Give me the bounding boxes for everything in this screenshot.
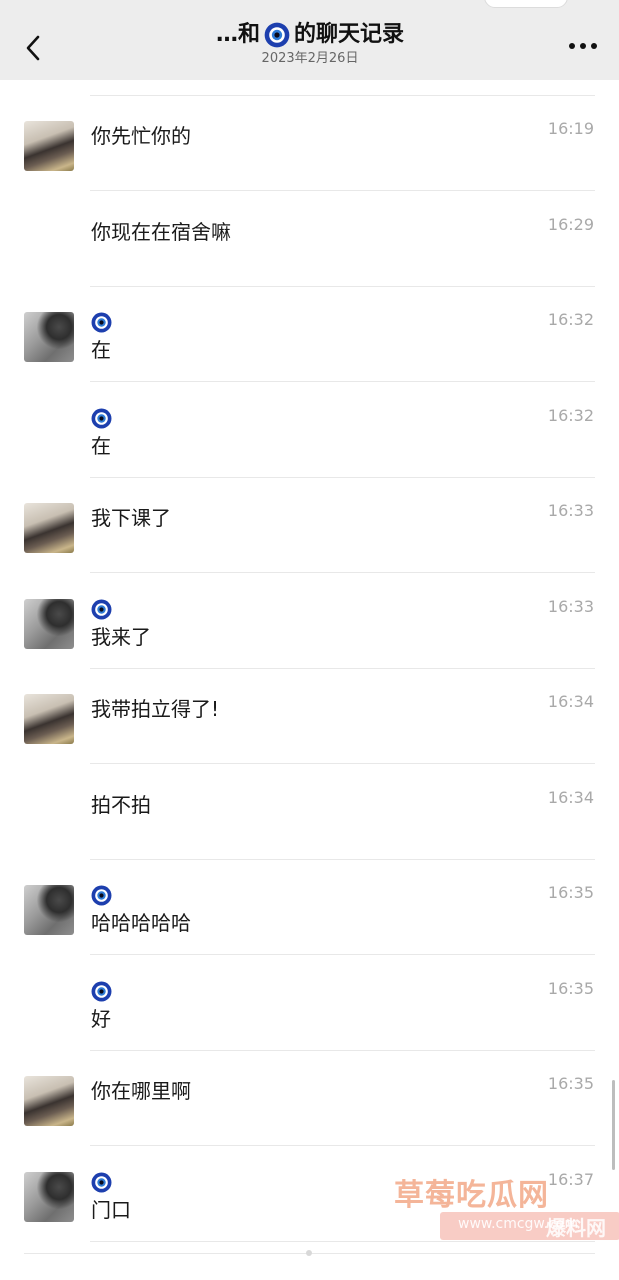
message-text: 门口: [91, 1197, 131, 1222]
message-time: 16:33: [547, 501, 594, 520]
watermark-title: 草莓吃瓜网: [394, 1178, 549, 1213]
message-row[interactable]: 16:34 我带拍立得了!: [0, 669, 619, 764]
message-text: 我带拍立得了!: [91, 697, 220, 721]
avatar[interactable]: [24, 1076, 74, 1126]
message-row[interactable]: 16:35 哈哈哈哈哈: [0, 860, 619, 955]
page-title: …和 的聊天记录 2023年2月26日: [130, 20, 490, 67]
message-time: 16:19: [547, 119, 594, 138]
message-text: 在: [91, 433, 111, 458]
more-dots-icon: [569, 43, 575, 49]
message-text: 好: [91, 1006, 111, 1031]
chevron-left-icon: [26, 35, 40, 61]
avatar[interactable]: [24, 312, 74, 362]
back-button[interactable]: [18, 28, 48, 68]
message-time: 16:34: [547, 787, 594, 807]
avatar[interactable]: [24, 598, 74, 649]
evil-eye-icon: [91, 312, 112, 333]
message-time: 16:35: [547, 883, 594, 902]
avatar[interactable]: [24, 503, 74, 553]
message-time: 16:37: [547, 1169, 594, 1189]
message-text: 你在哪里啊: [91, 1079, 191, 1103]
evil-eye-icon: [91, 408, 112, 429]
avatar[interactable]: [24, 694, 74, 744]
message-text: 我下课了: [91, 506, 171, 530]
message-text: 你现在在宿舍嘛: [91, 219, 231, 244]
message-text: 拍不拍: [91, 792, 151, 817]
evil-eye-icon: [91, 981, 112, 1002]
record-date: 2023年2月26日: [261, 51, 359, 66]
title-suffix: 的聊天记录: [294, 22, 405, 47]
more-dots-icon: [580, 43, 586, 49]
page-indicator-dot: [306, 1250, 312, 1256]
evil-eye-icon: [91, 599, 112, 620]
message-row[interactable]: 16:34 拍不拍: [0, 765, 619, 860]
message-text: 哈哈哈哈哈: [91, 911, 191, 935]
message-time: 16:32: [547, 405, 594, 425]
evil-eye-icon: [91, 885, 112, 906]
message-text: 我来了: [91, 624, 151, 649]
message-time: 16:32: [547, 310, 594, 329]
message-row[interactable]: 16:29 你现在在宿舍嘛: [0, 192, 619, 287]
message-row[interactable]: 16:33 我来了: [0, 574, 619, 669]
message-row[interactable]: 16:32 在: [0, 383, 619, 478]
evil-eye-icon: [264, 22, 290, 48]
message-row[interactable]: 16:32 在: [0, 287, 619, 382]
message-time: 16:33: [547, 596, 594, 616]
message-row[interactable]: 16:35 好: [0, 956, 619, 1051]
chat-record-header: …和 的聊天记录 2023年2月26日: [0, 0, 619, 80]
message-time: 16:35: [547, 978, 594, 998]
evil-eye-icon: [91, 1172, 112, 1193]
more-dots-icon: [591, 43, 597, 49]
avatar[interactable]: [24, 121, 74, 171]
message-row[interactable]: 16:33 我下课了: [0, 478, 619, 573]
avatar[interactable]: [24, 1171, 74, 1222]
message-text: 你先忙你的: [91, 124, 191, 148]
message-time: 16:35: [547, 1074, 594, 1093]
message-time: 16:29: [547, 214, 594, 234]
avatar[interactable]: [24, 885, 74, 935]
more-options-button[interactable]: [569, 36, 597, 56]
message-row[interactable]: 16:19 你先忙你的: [0, 96, 619, 191]
title-prefix: …和: [215, 22, 260, 47]
watermark-label: 爆料网: [546, 1216, 606, 1240]
message-list[interactable]: 16:19 你先忙你的 16:29 你现在在宿舍嘛 16:32 在 16:32 在 16:33 我…: [0, 80, 619, 1280]
scrollbar[interactable]: [612, 1080, 615, 1170]
message-row[interactable]: 16:35 你在哪里啊: [0, 1051, 619, 1146]
message-time: 16:34: [547, 692, 594, 711]
message-text: 在: [91, 338, 111, 362]
status-pill: [484, 0, 568, 8]
